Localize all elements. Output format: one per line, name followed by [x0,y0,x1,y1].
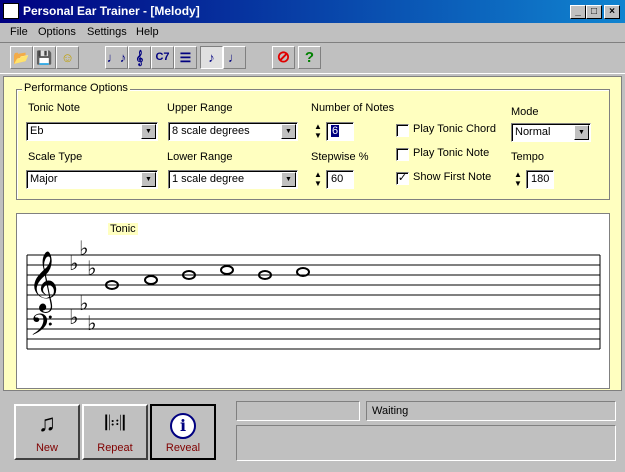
repeat-button[interactable]: 𝄆𝄇 Repeat [82,404,148,460]
rhythm-icon[interactable]: ♩ [223,46,246,69]
help-icon[interactable]: ? [298,46,321,69]
scale-type-label: Scale Type [28,151,83,163]
stop-icon[interactable]: ⊘ [272,46,295,69]
bass-staff-lines [27,308,600,350]
chevron-down-icon[interactable]: ▼ [281,124,296,139]
svg-text:♭: ♭ [87,311,96,335]
show-first-note-label: Show First Note [413,171,492,183]
stepwise-label: Stepwise % [311,151,369,163]
mode-value: Normal [515,126,551,138]
play-tonic-chord-checkbox[interactable] [396,124,409,137]
window-title: Personal Ear Trainer - [Melody] [23,4,200,18]
melody-notes [105,265,310,290]
show-first-note-checkbox[interactable]: ✓ [396,172,409,185]
chevron-down-icon[interactable]: ▼ [141,124,156,139]
upper-range-label: Upper Range [167,102,233,114]
svg-text:♭: ♭ [69,251,78,275]
note-4 [220,265,234,275]
melody-panel: Performance Options Tonic Note Eb ▼ Scal… [3,76,622,391]
info-icon: i [152,410,214,439]
num-notes-value: 6 [331,125,340,137]
play-tonic-note-checkbox[interactable] [396,148,409,161]
note-icon: ♫ [38,410,56,437]
grand-staff: 𝄞 𝄢 ♭♭♭ ♭♭♭ [26,236,601,350]
title-bar[interactable]: Personal Ear Trainer - [Melody] _ □ × [0,0,625,23]
play-tonic-note-label: Play Tonic Note [413,147,490,159]
menu-settings[interactable]: Settings [87,26,127,38]
repeat-label: Repeat [97,442,133,454]
minimize-button[interactable]: _ [570,5,586,19]
close-button[interactable]: × [604,5,620,19]
scale-type-select[interactable]: Major ▼ [26,170,158,189]
new-button[interactable]: ♫ New [14,404,80,460]
melody-icon[interactable]: ♪ [200,46,223,69]
menu-file[interactable]: File [10,26,28,38]
mode-select[interactable]: Normal ▼ [511,123,591,142]
app-icon[interactable] [3,3,19,19]
reveal-label: Reveal [165,442,201,454]
treble-clef-icon: 𝄞 [28,251,59,313]
smiley-icon[interactable]: ☺ [56,46,79,69]
save-icon[interactable]: 💾 [33,46,56,69]
lower-range-value: 1 scale degree [172,173,245,185]
menu-options[interactable]: Options [38,26,76,38]
new-label: New [35,442,58,454]
toolbar: 📂 💾 ☺ ♩♪ 𝄞 C7 ☰ ♪ ♩ ⊘ ? [0,42,625,74]
status-pane-lower [236,425,616,461]
open-folder-icon[interactable]: 📂 [10,46,33,69]
chevron-down-icon[interactable]: ▼ [281,172,296,187]
scale-icon[interactable]: 𝄞 [128,46,151,69]
scale-type-value: Major [30,173,58,185]
stepwise-input[interactable]: 60 [326,170,354,189]
tempo-spinner[interactable]: ▲ ▼ [512,170,524,189]
repeat-icon: 𝄆𝄇 [105,413,125,435]
upper-range-value: 8 scale degrees [172,125,250,137]
chord-icon[interactable]: C7 [151,46,174,69]
tonic-note-value: Eb [30,125,44,137]
svg-text:♭: ♭ [69,305,78,329]
stepwise-spinner[interactable]: ▲ ▼ [312,170,324,189]
tonic-note-select[interactable]: Eb ▼ [26,122,158,141]
upper-range-select[interactable]: 8 scale degrees ▼ [168,122,298,141]
reveal-button[interactable]: i Reveal [150,404,216,460]
num-notes-spinner[interactable]: ▲ ▼ [312,122,324,141]
mode-label: Mode [511,106,539,118]
status-pane-left [236,401,360,421]
number-of-notes-label: Number of Notes [311,102,395,114]
chevron-down-icon[interactable]: ▼ [574,125,589,140]
music-staff-panel: Tonic 𝄞 𝄢 ♭ ♭ ♭ ♭ ♭ ♭ [16,213,610,389]
tempo-label: Tempo [511,151,545,163]
maximize-button[interactable]: □ [586,5,602,19]
num-notes-input[interactable]: 6 [326,122,354,141]
status-pane-message: Waiting [366,401,616,421]
tempo-input[interactable]: 180 [526,170,554,189]
menu-help[interactable]: Help [136,26,159,38]
progression-icon[interactable]: ☰ [174,46,197,69]
tonic-note-label: Tonic Note [28,102,80,114]
chevron-down-icon[interactable]: ▼ [141,172,156,187]
menu-bar: File Options Settings Help [0,23,625,41]
note-2 [144,275,158,285]
lower-range-select[interactable]: 1 scale degree ▼ [168,170,298,189]
lower-range-label: Lower Range [167,151,233,163]
play-tonic-chord-label: Play Tonic Chord [413,123,496,135]
interval-icon[interactable]: ♩♪ [105,46,128,69]
bass-clef-icon: 𝄢 [30,309,53,350]
svg-text:♭: ♭ [87,256,96,280]
performance-options-legend: Performance Options [22,82,130,94]
